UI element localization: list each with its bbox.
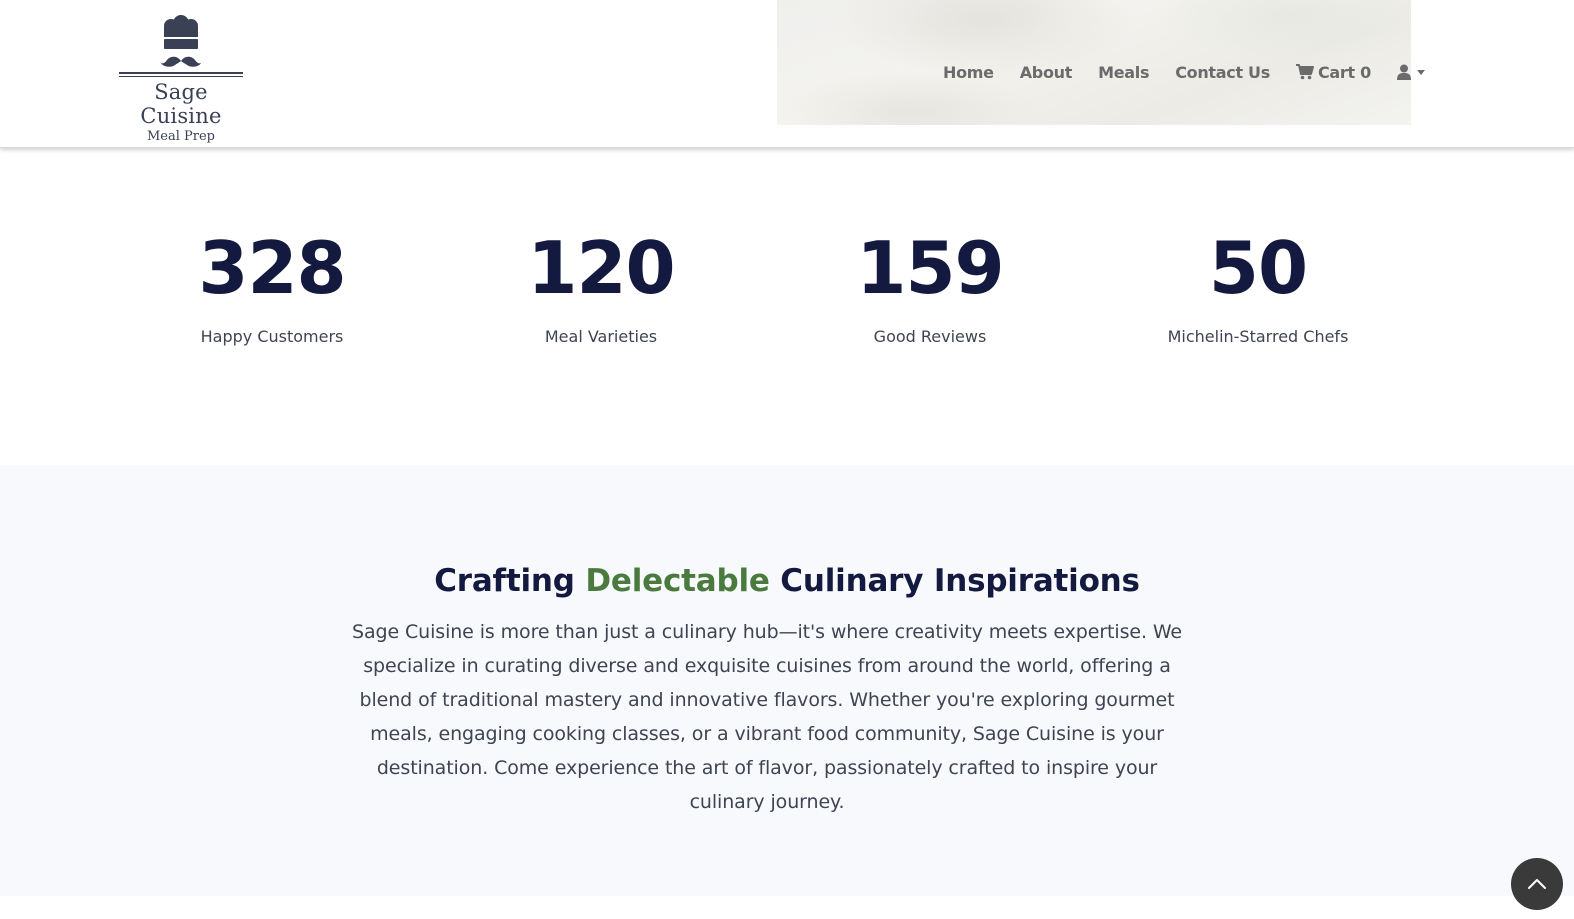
nav-cart[interactable]: Cart 0 [1295,62,1371,82]
caret-down-icon [1416,69,1425,75]
main-nav: Home About Meals Contact Us Cart 0 [943,60,1425,84]
chevron-up-icon [1528,879,1546,889]
stat-meal-varieties: 120 Meal Varieties [436,225,766,347]
about-heading-part1: Crafting [434,563,586,599]
about-heading-part2: Culinary Inspirations [769,563,1140,599]
stat-label: Meal Varieties [544,327,658,346]
brand-tagline: Meal Prep [146,129,216,144]
brand-logo[interactable]: Sage Cuisine Meal Prep [115,14,247,145]
stats-section: 328 Happy Customers 120 Meal Varieties 1… [0,149,1574,465]
brand-name: Sage Cuisine [140,80,222,128]
stat-label: Happy Customers [200,327,344,346]
user-menu-toggle[interactable] [1396,64,1425,80]
chef-hat-mustache-icon [161,15,201,67]
nav-about[interactable]: About [1020,63,1073,82]
stat-michelin-chefs: 50 Michelin-Starred Chefs [1093,225,1423,347]
stat-label: Michelin-Starred Chefs [1167,327,1349,346]
logo-divider [119,72,243,74]
stat-happy-customers: 328 Happy Customers [107,225,437,347]
stat-value: 120 [527,226,675,310]
scroll-to-top-button[interactable] [1511,858,1563,910]
stat-value: 159 [856,226,1004,310]
nav-home[interactable]: Home [943,63,994,82]
user-icon [1396,64,1411,80]
site-header: Sage Cuisine Meal Prep Home About Meals … [0,0,1574,148]
stat-label: Good Reviews [873,327,987,346]
about-section: Crafting Delectable Culinary Inspiration… [0,465,1574,896]
stat-good-reviews: 159 Good Reviews [765,225,1095,347]
about-paragraph: Sage Cuisine is more than just a culinar… [351,621,1183,813]
nav-meals[interactable]: Meals [1098,63,1149,82]
cart-icon [1295,64,1314,80]
stat-value: 50 [1208,226,1308,310]
about-heading-accent: Delectable [585,563,770,599]
cart-label: Cart 0 [1317,62,1371,82]
logo-divider-thin [119,76,243,77]
nav-contact[interactable]: Contact Us [1175,63,1270,82]
stat-value: 328 [198,226,346,310]
page-bottom-strip [0,896,1574,919]
about-heading: Crafting Delectable Culinary Inspiration… [0,561,1574,601]
